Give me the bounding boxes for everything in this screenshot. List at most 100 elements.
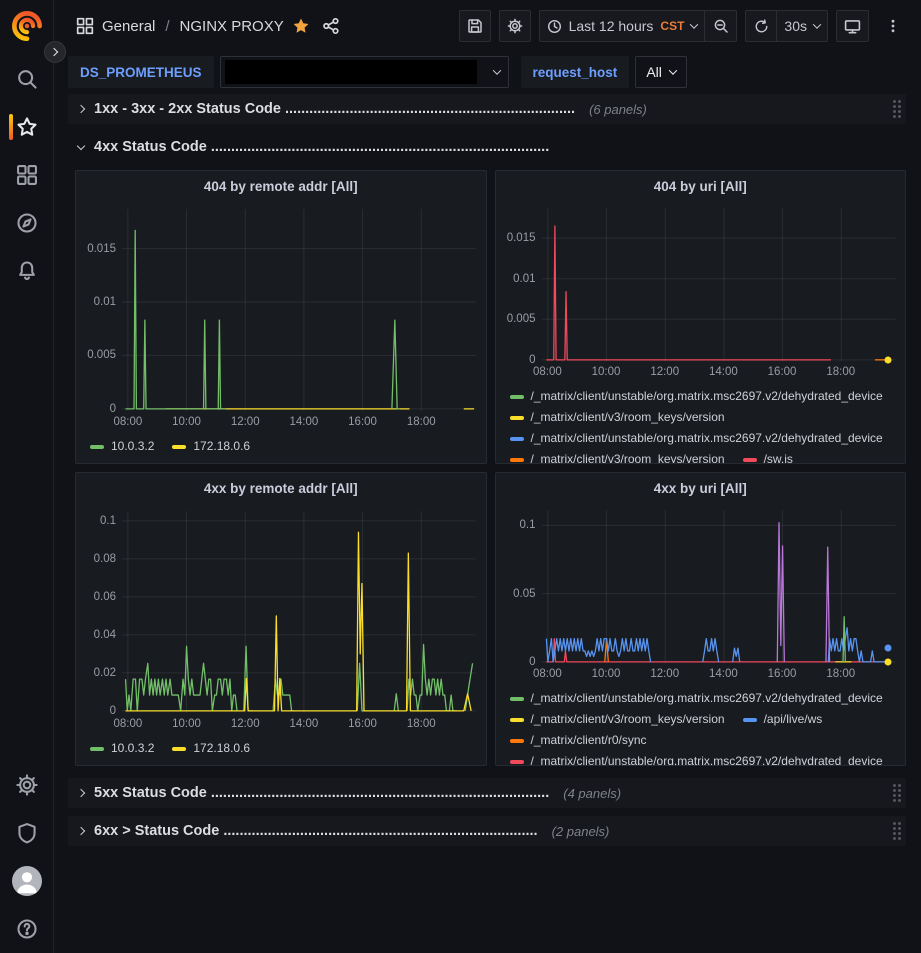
dashboard-grid-icon [76, 17, 94, 35]
series-color-swatch [510, 416, 524, 420]
x-tick-label: 12:00 [231, 718, 260, 730]
y-tick-label: 0.015 [87, 243, 116, 255]
main-area: General / NGINX PROXY [54, 0, 921, 953]
sidebar-item-dashboards[interactable] [0, 151, 54, 199]
user-avatar[interactable] [0, 857, 54, 905]
legend-item[interactable]: /_matrix/client/v3/room_keys/version [510, 407, 725, 428]
chevron-down-icon [690, 20, 698, 28]
legend-item[interactable]: /_matrix/client/r0/sync [510, 730, 647, 751]
y-tick-label: 0 [529, 656, 535, 668]
x-axis-labels: 08:0010:0012:0014:0016:0018:00 [542, 365, 896, 383]
chevron-right-icon [77, 827, 85, 835]
sidebar-item-alerting[interactable] [0, 247, 54, 295]
active-section-indicator [9, 114, 13, 140]
y-tick-label: 0.1 [520, 519, 536, 531]
variable-request-host: request_host All [521, 56, 687, 88]
legend-item[interactable]: /_matrix/client/unstable/org.matrix.msc2… [510, 386, 883, 407]
y-tick-label: 0.01 [513, 273, 535, 285]
chart-plot[interactable] [542, 507, 896, 665]
row-drag-handle[interactable] [893, 822, 896, 825]
variable-value-dropdown[interactable] [220, 56, 509, 88]
sidebar-item-server-admin[interactable] [0, 809, 54, 857]
legend: /_matrix/client/unstable/org.matrix.msc2… [496, 685, 906, 766]
series-color-swatch [510, 760, 524, 764]
kebab-menu-button[interactable] [877, 10, 909, 42]
row-5xx[interactable]: 5xx Status Code ........................… [68, 778, 906, 808]
row-title: 1xx - 3xx - 2xx Status Code ............… [94, 101, 575, 117]
sidebar-expand-button[interactable] [44, 41, 66, 63]
x-tick-label: 08:00 [113, 718, 142, 730]
legend-item[interactable]: 10.0.3.2 [90, 436, 154, 457]
row-title: 5xx Status Code ........................… [94, 785, 549, 801]
series-color-swatch [172, 747, 186, 751]
x-tick-label: 18:00 [826, 366, 855, 378]
legend-label: 10.0.3.2 [111, 738, 154, 759]
tv-mode-button[interactable] [836, 10, 869, 42]
legend-item[interactable]: 10.0.3.2 [90, 738, 154, 759]
series-color-swatch [90, 747, 104, 751]
grafana-logo[interactable] [0, 0, 53, 52]
chart-plot[interactable] [122, 507, 476, 715]
legend-label: /api/live/ws [764, 709, 823, 730]
breadcrumb-folder[interactable]: General [102, 18, 155, 35]
row-title: 4xx Status Code ........................… [94, 139, 549, 155]
legend-item[interactable]: /_matrix/client/v3/room_keys/version [510, 709, 725, 730]
panel-title[interactable]: 4xx by remote addr [All] [76, 473, 486, 503]
chevron-right-icon [77, 105, 85, 113]
share-icon[interactable] [322, 17, 340, 35]
breadcrumb-dashboard[interactable]: NGINX PROXY [180, 18, 284, 35]
monitor-icon [844, 18, 861, 35]
legend-item[interactable]: /_matrix/client/v3/room_keys/version [510, 449, 725, 464]
legend-item[interactable]: /_matrix/client/unstable/org.matrix.msc2… [510, 688, 883, 709]
sidebar [0, 0, 54, 953]
row-6xx[interactable]: 6xx > Status Code ......................… [68, 816, 906, 846]
legend-item[interactable]: 172.18.0.6 [172, 738, 250, 759]
x-tick-label: 10:00 [592, 668, 621, 680]
series-end-dot [884, 645, 891, 652]
panel-title[interactable]: 404 by remote addr [All] [76, 171, 486, 201]
x-axis-labels: 08:0010:0012:0014:0016:0018:00 [122, 415, 476, 433]
x-tick-label: 16:00 [768, 366, 797, 378]
sidebar-item-starred[interactable] [0, 103, 54, 151]
legend: 10.0.3.2 172.18.0.6 [76, 433, 486, 463]
refresh-button[interactable] [745, 10, 777, 42]
time-range-picker[interactable]: Last 12 hours CST [539, 10, 706, 42]
legend-item[interactable]: /_matrix/client/unstable/org.matrix.msc2… [510, 751, 883, 766]
y-tick-label: 0.005 [507, 313, 536, 325]
variable-label[interactable]: DS_PROMETHEUS [68, 56, 214, 88]
zoom-out-time-button[interactable] [705, 10, 737, 42]
search-icon[interactable] [0, 55, 54, 103]
save-icon [467, 18, 483, 34]
legend-label: 172.18.0.6 [193, 738, 250, 759]
refresh-interval-picker[interactable]: 30s [777, 10, 828, 42]
row-drag-handle[interactable] [893, 100, 896, 103]
panel-title[interactable]: 404 by uri [All] [496, 171, 906, 201]
sidebar-item-explore[interactable] [0, 199, 54, 247]
row-drag-handle[interactable] [893, 784, 896, 787]
x-tick-label: 16:00 [348, 416, 377, 428]
favorite-star-icon[interactable] [292, 17, 310, 35]
sidebar-item-help[interactable] [0, 905, 54, 953]
x-tick-label: 14:00 [289, 718, 318, 730]
x-tick-label: 18:00 [826, 668, 855, 680]
variable-label[interactable]: request_host [521, 56, 630, 88]
x-tick-label: 10:00 [172, 718, 201, 730]
row-4xx[interactable]: 4xx Status Code ........................… [68, 132, 906, 162]
save-dashboard-button[interactable] [459, 10, 491, 42]
legend-label: /_matrix/client/v3/room_keys/version [531, 709, 725, 730]
legend-item[interactable]: /_matrix/client/unstable/org.matrix.msc2… [510, 428, 883, 449]
dashboard-settings-button[interactable] [499, 10, 531, 42]
legend-item[interactable]: /api/live/ws [743, 709, 823, 730]
chart-plot[interactable] [122, 205, 476, 413]
legend-item[interactable]: 172.18.0.6 [172, 436, 250, 457]
sidebar-item-configuration[interactable] [0, 761, 54, 809]
top-navbar: General / NGINX PROXY [54, 0, 921, 52]
chart-plot[interactable] [542, 205, 896, 363]
legend-label: 172.18.0.6 [193, 436, 250, 457]
legend-item[interactable]: /sw.js [743, 449, 793, 464]
x-tick-label: 10:00 [592, 366, 621, 378]
panel-title[interactable]: 4xx by uri [All] [496, 473, 906, 503]
gear-icon [507, 18, 523, 34]
variable-value-dropdown[interactable]: All [635, 56, 687, 88]
row-1xx-3xx-2xx[interactable]: 1xx - 3xx - 2xx Status Code ............… [68, 94, 906, 124]
